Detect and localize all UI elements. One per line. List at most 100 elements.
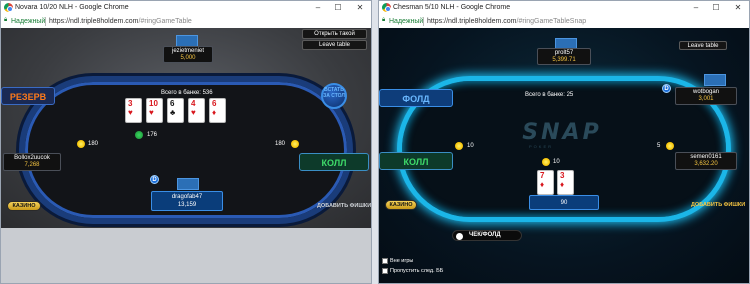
close-button[interactable]: ✕	[351, 2, 369, 14]
dealer-button-icon: D	[662, 84, 671, 93]
maximize-button[interactable]: ☐	[329, 2, 347, 14]
bet-amount-left: 10	[467, 143, 474, 149]
player-stack: 7,268	[24, 162, 40, 168]
player-name: jezietmeniet	[171, 47, 204, 54]
close-button[interactable]: ✕	[729, 2, 747, 14]
fold-button[interactable]: ФОЛД	[379, 89, 453, 107]
snap-logo: SNAP	[522, 120, 602, 145]
card-suit-icon: ♣	[170, 108, 176, 117]
chip-icon	[291, 140, 299, 148]
add-chips-button[interactable]: ДОБАВИТЬ ФИШКИ	[317, 203, 371, 209]
player-name: Bollox2uucok	[14, 154, 50, 161]
reserve-button[interactable]: РЕЗЕРВ	[1, 87, 55, 105]
card-suit-icon: ♥	[128, 108, 133, 117]
chrome-logo-icon	[4, 3, 13, 12]
avatar	[704, 74, 726, 86]
window-bottom	[1, 228, 371, 283]
card-suit-icon: ♥	[191, 108, 196, 117]
window-title: Chesman 5/10 NLH - Google Chrome	[393, 4, 511, 11]
seat-hero[interactable]: dragofab47 13,159	[151, 191, 223, 211]
sit-out-label: Вне игры	[390, 258, 414, 264]
player-stack: 3,632.20	[694, 161, 718, 167]
bet-amount-right: 5	[657, 143, 661, 149]
player-name: wotbogan	[692, 88, 720, 95]
playing-card: 3 ♥	[125, 98, 142, 123]
casino-button[interactable]: КАЗИНО	[7, 201, 41, 211]
playing-card: 7 ♦	[537, 170, 554, 195]
seat-hero[interactable]: 90	[529, 195, 599, 210]
snap-logo-sub: POKER	[529, 144, 554, 149]
chip-icon	[666, 142, 674, 150]
chip-icon	[455, 142, 463, 150]
address-bar[interactable]: 🔒︎ Надежный https://ndl.triple8holdem.co…	[1, 15, 371, 29]
minimize-button[interactable]: –	[687, 2, 705, 14]
playing-card: 10 ♥	[146, 98, 163, 123]
chip-icon	[135, 131, 143, 139]
seat-left[interactable]: Bollox2uucok 7,268	[3, 153, 61, 171]
seat-right-top[interactable]: wotbogan 3,001	[675, 87, 737, 105]
dealer-button-icon: D	[150, 175, 159, 184]
playing-card: 3 ♦	[557, 170, 574, 195]
toggle-label: ЧЕК/ФОЛД	[469, 232, 501, 238]
lock-icon: 🔒︎	[382, 17, 386, 23]
open-other-table-button[interactable]: Открыть такой	[302, 29, 367, 39]
pot-label: Всего в банке: 536	[161, 90, 213, 96]
casino-button[interactable]: КАЗИНО	[385, 200, 417, 210]
seat-top[interactable]: prolt57 5,399.71	[537, 48, 591, 65]
skip-bb-checkbox[interactable]	[382, 268, 388, 274]
player-name: semen0161	[690, 153, 722, 160]
card-rank: 7	[540, 171, 545, 180]
call-button[interactable]: КОЛЛ	[299, 153, 369, 171]
address-bar[interactable]: 🔒︎ Надежный https://ndl.triple8holdem.co…	[379, 15, 749, 29]
card-rank: 3	[128, 99, 133, 108]
chip-icon	[542, 158, 550, 166]
seat-right-bottom[interactable]: semen0161 3,632.20	[675, 152, 737, 170]
playing-card: 6 ♣	[167, 98, 184, 123]
check-fold-toggle[interactable]: ЧЕК/ФОЛД	[452, 230, 522, 241]
playing-card: 6 ♦	[209, 98, 226, 123]
sit-down-button[interactable]: ВСТАТЬ ЗА СТОЛ	[321, 83, 347, 109]
card-suit-icon: ♥	[149, 108, 154, 117]
skip-bb-label: Пропустить след. ББ	[390, 268, 444, 274]
add-chips-button[interactable]: ДОБАВИТЬ ФИШКИ	[691, 202, 745, 208]
card-rank: 10	[149, 99, 158, 108]
bet-amount-center: 10	[553, 159, 560, 165]
minimize-button[interactable]: –	[309, 2, 327, 14]
player-stack: 5,399.71	[552, 57, 576, 63]
leave-table-button[interactable]: Leave table	[302, 40, 367, 50]
poker-table-area: Открыть такой Leave table jezietmeniet 5…	[1, 28, 371, 228]
poker-table-area: SNAP POKER Leave table prolt57 5,399.71 …	[379, 28, 749, 283]
card-suit-icon: ♦	[540, 180, 545, 189]
player-stack: 13,159	[177, 201, 197, 208]
maximize-button[interactable]: ☐	[707, 2, 725, 14]
secure-label: Надежный	[389, 18, 424, 25]
chrome-logo-icon	[382, 3, 391, 12]
card-rank: 3	[560, 171, 565, 180]
url-text[interactable]: https://ndl.triple8holdem.com/#ringGameT…	[49, 18, 192, 25]
toggle-knob	[456, 232, 463, 240]
lock-icon: 🔒︎	[4, 17, 8, 23]
playing-card: 4 ♥	[188, 98, 205, 123]
bet-amount-left: 180	[88, 141, 99, 147]
pot-sub: 176	[147, 132, 158, 138]
player-stack: 5,000	[180, 55, 196, 61]
player-name: prolt57	[554, 49, 574, 56]
url-text[interactable]: https://ndl.triple8holdem.com/#ringGameT…	[427, 18, 586, 25]
pot-label: Всего в банке: 25	[525, 92, 574, 98]
leave-table-button[interactable]: Leave table	[679, 41, 727, 50]
card-rank: 6	[212, 99, 217, 108]
player-stack: 90	[560, 199, 568, 206]
player-stack: 3,001	[698, 96, 714, 102]
card-suit-icon: ♦	[560, 180, 565, 189]
chip-icon	[77, 140, 85, 148]
window-title: Novara 10/20 NLH - Google Chrome	[15, 4, 129, 11]
secure-label: Надежный	[11, 18, 46, 25]
sit-out-checkbox[interactable]	[382, 258, 388, 264]
bet-amount-right: 180	[275, 141, 286, 147]
call-button[interactable]: КОЛЛ	[379, 152, 453, 170]
avatar	[177, 178, 199, 190]
card-rank: 6	[170, 99, 175, 108]
seat-top[interactable]: jezietmeniet 5,000	[163, 46, 213, 63]
card-suit-icon: ♦	[212, 108, 217, 117]
player-name: dragofab47	[171, 194, 203, 200]
